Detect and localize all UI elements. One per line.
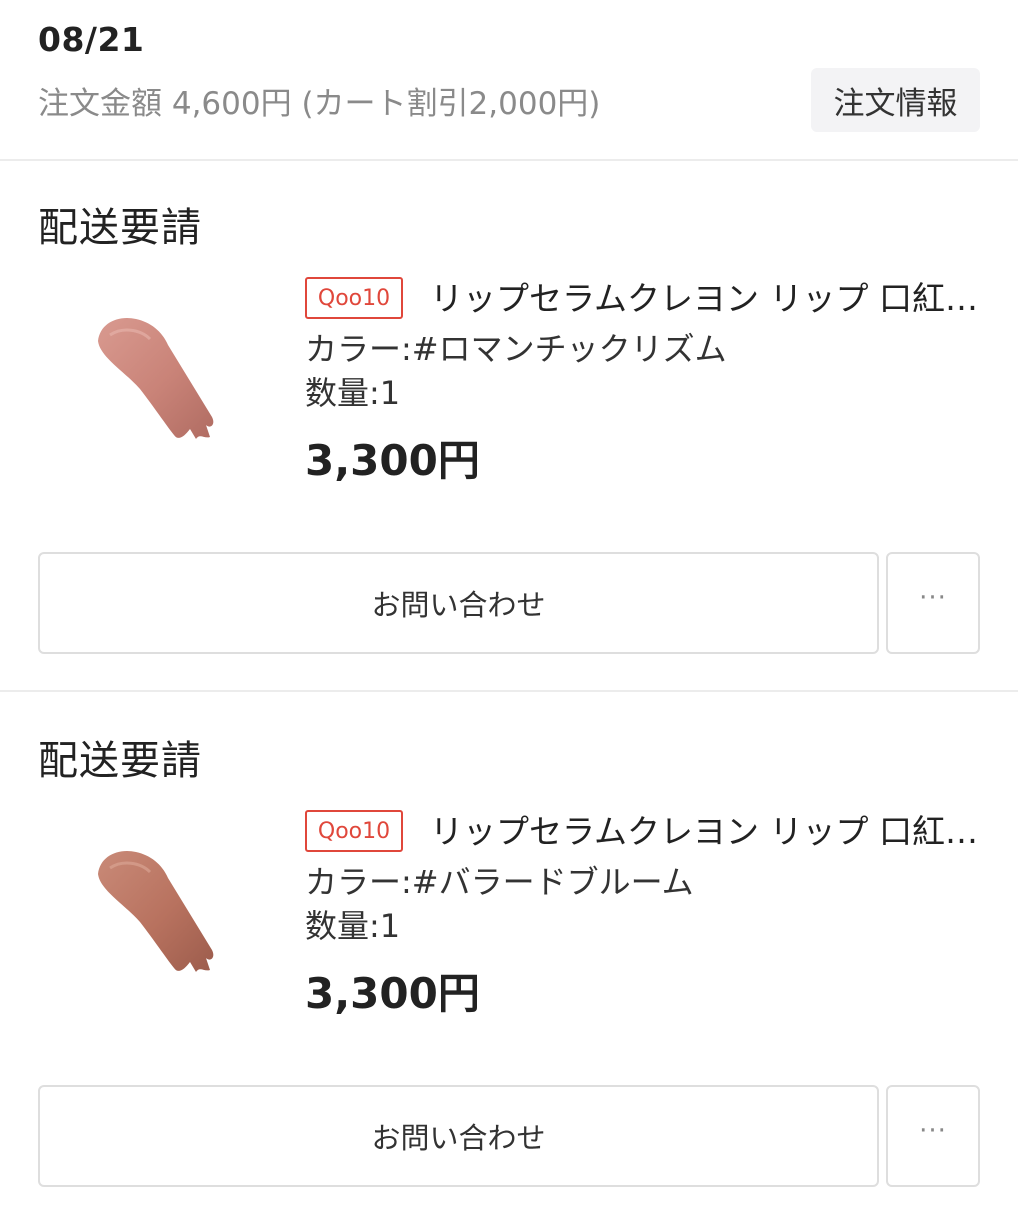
product-name[interactable]: リップセラムクレヨン リップ 口紅…: [430, 277, 990, 321]
more-icon: ···: [919, 583, 947, 613]
lipstick-swatch-image: [98, 317, 214, 439]
product-color-option: カラー:#ロマンチックリズム: [305, 330, 727, 368]
product-thumbnail[interactable]: [70, 812, 270, 1012]
lipstick-swatch-image: [98, 850, 214, 972]
product-color-option: カラー:#バラードブルーム: [305, 863, 694, 901]
inquiry-button[interactable]: お問い合わせ: [38, 1085, 879, 1187]
product-thumbnail[interactable]: [70, 279, 270, 479]
order-date: 08/21: [38, 20, 145, 59]
shipping-status: 配送要請: [38, 205, 202, 251]
order-item: 配送要請 Qoo10 リップセラムクレヨン リップ 口紅… カラー:#ロマンチッ…: [0, 161, 1018, 691]
more-icon: ···: [919, 1116, 947, 1146]
product-quantity: 数量:1: [305, 907, 401, 945]
product-quantity: 数量:1: [305, 374, 401, 412]
product-price: 3,300円: [305, 436, 480, 485]
order-amount: 注文金額 4,600円 (カート割引2,000円): [38, 86, 601, 122]
store-badge: Qoo10: [305, 277, 403, 319]
inquiry-button[interactable]: お問い合わせ: [38, 552, 879, 654]
order-item: 配送要請 Qoo10 リップセラムクレヨン リップ 口紅… カラー:#バラードブ…: [0, 694, 1018, 1224]
more-options-button[interactable]: ···: [886, 552, 980, 654]
order-header: 08/21 注文金額 4,600円 (カート割引2,000円) 注文情報: [0, 0, 1018, 160]
divider: [0, 690, 1018, 692]
product-name[interactable]: リップセラムクレヨン リップ 口紅…: [430, 810, 990, 854]
shipping-status: 配送要請: [38, 738, 202, 784]
more-options-button[interactable]: ···: [886, 1085, 980, 1187]
store-badge: Qoo10: [305, 810, 403, 852]
order-info-button[interactable]: 注文情報: [811, 68, 980, 132]
product-price: 3,300円: [305, 969, 480, 1018]
